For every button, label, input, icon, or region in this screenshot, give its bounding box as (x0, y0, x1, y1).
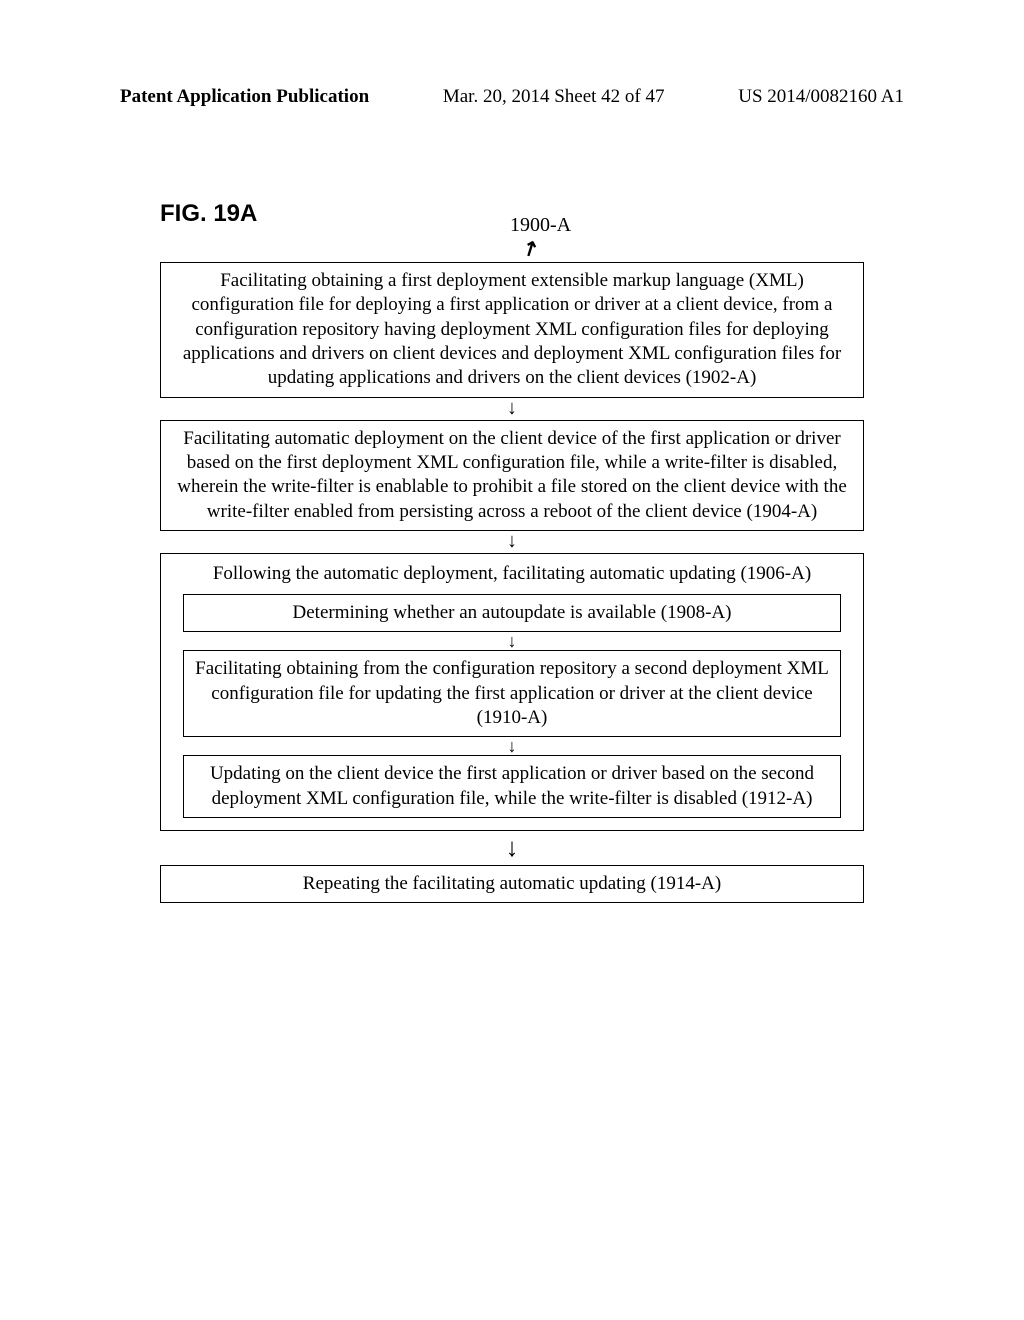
step-1906a-title: Following the automatic deployment, faci… (173, 562, 851, 586)
arrow-down-icon: ↓ (160, 831, 864, 865)
header-center: Mar. 20, 2014 Sheet 42 of 47 (443, 86, 665, 108)
step-1910a: Facilitating obtaining from the configur… (183, 650, 841, 737)
reference-arrow-icon: ↗ (517, 234, 544, 264)
step-1914a: Repeating the facilitating automatic upd… (160, 865, 864, 903)
arrow-down-icon: ↓ (160, 398, 864, 420)
arrow-down-icon: ↓ (173, 632, 851, 650)
figure-label: FIG. 19A (160, 200, 257, 228)
reference-number: 1900-A (510, 214, 571, 237)
arrow-down-icon: ↓ (173, 737, 851, 755)
header-left: Patent Application Publication (120, 86, 369, 108)
page-header: Patent Application Publication Mar. 20, … (0, 86, 1024, 108)
step-1908a: Determining whether an autoupdate is ava… (183, 594, 841, 632)
flowchart: Facilitating obtaining a first deploymen… (160, 262, 864, 903)
arrow-down-icon: ↓ (160, 531, 864, 553)
step-1902a: Facilitating obtaining a first deploymen… (160, 262, 864, 398)
step-1912a: Updating on the client device the first … (183, 755, 841, 818)
step-1906a-container: Following the automatic deployment, faci… (160, 553, 864, 831)
header-right: US 2014/0082160 A1 (738, 86, 904, 108)
step-1904a: Facilitating automatic deployment on the… (160, 420, 864, 531)
